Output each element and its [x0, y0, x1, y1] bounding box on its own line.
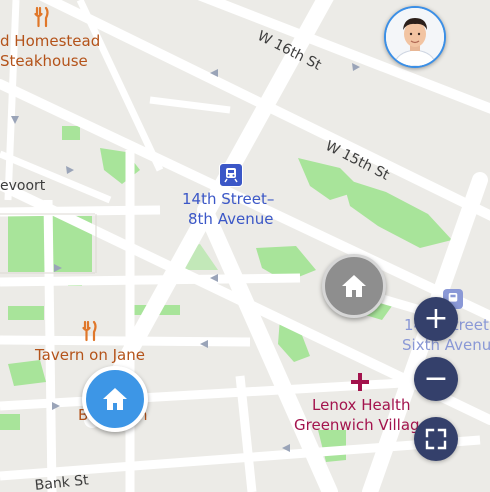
park [62, 126, 80, 140]
poi-label-lenox-2[interactable]: Greenwich Villag [294, 416, 420, 434]
user-avatar[interactable] [384, 6, 446, 68]
fullscreen-button[interactable] [414, 417, 458, 461]
street-little-w12 [0, 205, 161, 217]
station-label-14th-8th-2[interactable]: 8th Avenue [188, 210, 273, 228]
poi-label-homestead-1[interactable]: d Homestead [0, 32, 100, 50]
map-view[interactable]: W 16th St W 15th St evoort Bank St d Hom… [0, 0, 490, 492]
home-icon [103, 388, 127, 410]
street-13th [0, 335, 251, 347]
station-label-14th-6th-2[interactable]: Sixth Avenu [402, 336, 490, 354]
fork-knife-icon[interactable] [82, 320, 98, 346]
poi-label-lenox-1[interactable]: Lenox Health [312, 396, 410, 414]
plus-icon: + [423, 301, 449, 336]
poi-label-homestead-2[interactable]: Steakhouse [0, 52, 88, 70]
station-label-14th-8th-1[interactable]: 14th Street– [182, 190, 274, 208]
home-icon [342, 275, 366, 297]
zoom-in-button[interactable]: + [414, 297, 458, 341]
park [0, 414, 20, 430]
poi-label-tavern[interactable]: Tavern on Jane [35, 346, 145, 364]
cross-icon[interactable] [350, 372, 370, 396]
home-marker-active[interactable] [82, 366, 148, 432]
train-icon[interactable] [219, 163, 243, 187]
park [8, 306, 44, 320]
zoom-out-button[interactable]: − [414, 357, 458, 401]
home-marker-inactive[interactable] [322, 254, 386, 318]
street-label-gansevoort: evoort [0, 178, 46, 194]
minus-icon: − [423, 361, 449, 396]
fork-knife-icon[interactable] [34, 6, 50, 32]
fullscreen-icon [425, 428, 447, 450]
